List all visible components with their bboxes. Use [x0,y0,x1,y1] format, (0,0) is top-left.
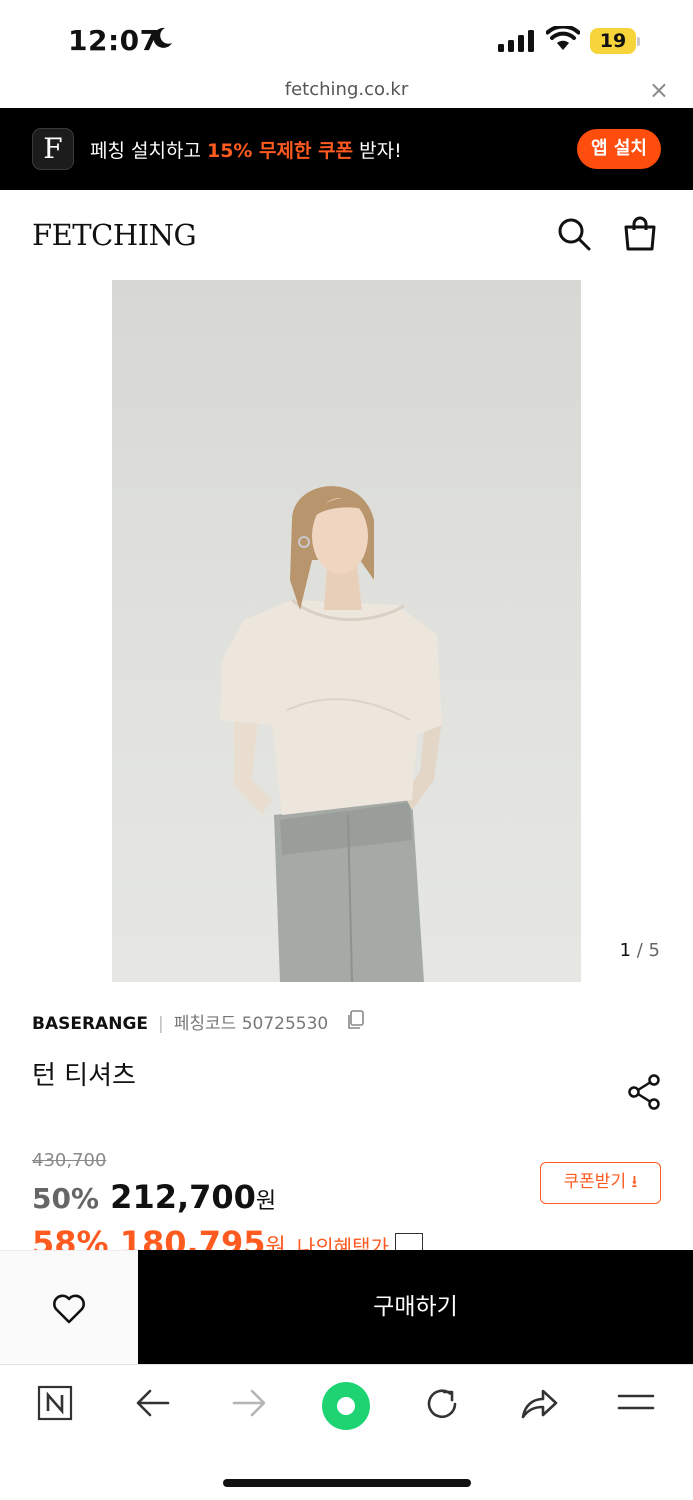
image-counter: 1 / 5 [620,940,660,961]
site-header: FETCHING [0,190,693,280]
home-indicator[interactable] [223,1479,471,1487]
buy-button[interactable]: 구매하기 [138,1250,693,1364]
naver-home-icon[interactable] [37,1385,73,1421]
search-icon[interactable] [556,216,592,252]
wishlist-button[interactable] [0,1250,138,1364]
benefit-rate: 58% [32,1224,109,1250]
app-promo-banner: F 페칭 설치하고 15% 무제한 쿠폰 받자! 앱 설치 [0,108,693,190]
share-icon[interactable] [626,1074,662,1110]
promo-text-before: 페칭 설치하고 [90,140,207,162]
get-coupon-button[interactable]: 쿠폰받기 ⭳ [540,1162,661,1204]
install-app-button[interactable]: 앱 설치 [577,129,661,169]
image-counter-current: 1 [619,940,632,961]
forward-arrow-icon[interactable] [230,1385,268,1421]
brand-name[interactable]: BASERANGE [32,1014,148,1034]
battery-indicator: 19 [590,28,640,54]
image-counter-total: 5 [648,940,660,961]
meta-divider: | [158,1014,164,1034]
copy-icon[interactable] [346,1010,366,1030]
cellular-signal-icon [498,30,534,52]
sale-price: 212,700 [110,1178,256,1216]
benefit-label: 나의혜택가 [296,1235,389,1250]
promo-message: 페칭 설치하고 15% 무제한 쿠폰 받자! [90,136,402,163]
discount-rate: 50% [32,1182,100,1215]
menu-icon[interactable] [617,1385,655,1421]
app-logo-icon: F [32,128,74,170]
benefit-price: 180,795 [119,1224,266,1250]
promo-text-highlight: 15% 무제한 쿠폰 [206,140,354,162]
url-bar[interactable]: fetching.co.kr × [0,76,693,108]
back-arrow-icon[interactable] [134,1385,172,1421]
purchase-action-bar: 구매하기 [0,1250,693,1364]
sale-price-row: 50% 212,700원 [32,1178,276,1216]
promo-text-after: 받자! [353,140,402,162]
product-name: 턴 티셔츠 [32,1061,136,1091]
battery-level: 19 [599,30,627,52]
product-image[interactable] [112,280,581,982]
share-arrow-icon[interactable] [519,1385,559,1421]
product-code: 페칭코드 50725530 [173,1014,329,1034]
moon-icon [153,27,172,48]
original-price: 430,700 [32,1150,107,1171]
model-illustration [220,486,442,982]
wifi-icon [546,26,580,50]
close-icon[interactable]: × [649,76,669,104]
reload-icon[interactable] [423,1385,461,1423]
url-text[interactable]: fetching.co.kr [0,79,693,100]
chevron-down-icon[interactable] [394,1232,423,1250]
image-counter-separator: / [631,940,649,961]
heart-icon [53,1294,85,1324]
status-time: 12:07 [68,24,160,57]
status-bar: 12:07 19 [0,0,693,76]
benefit-currency: 원 [265,1235,286,1250]
currency-unit: 원 [255,1189,277,1214]
site-logo[interactable]: FETCHING [32,218,197,252]
shopping-bag-icon[interactable] [622,216,658,252]
product-meta: BASERANGE | 페칭코드 50725530 [32,1009,328,1034]
my-benefit-price-row[interactable]: 58% 180,795원 나의혜택가 [32,1220,423,1250]
green-dot-button-icon[interactable] [321,1381,371,1431]
